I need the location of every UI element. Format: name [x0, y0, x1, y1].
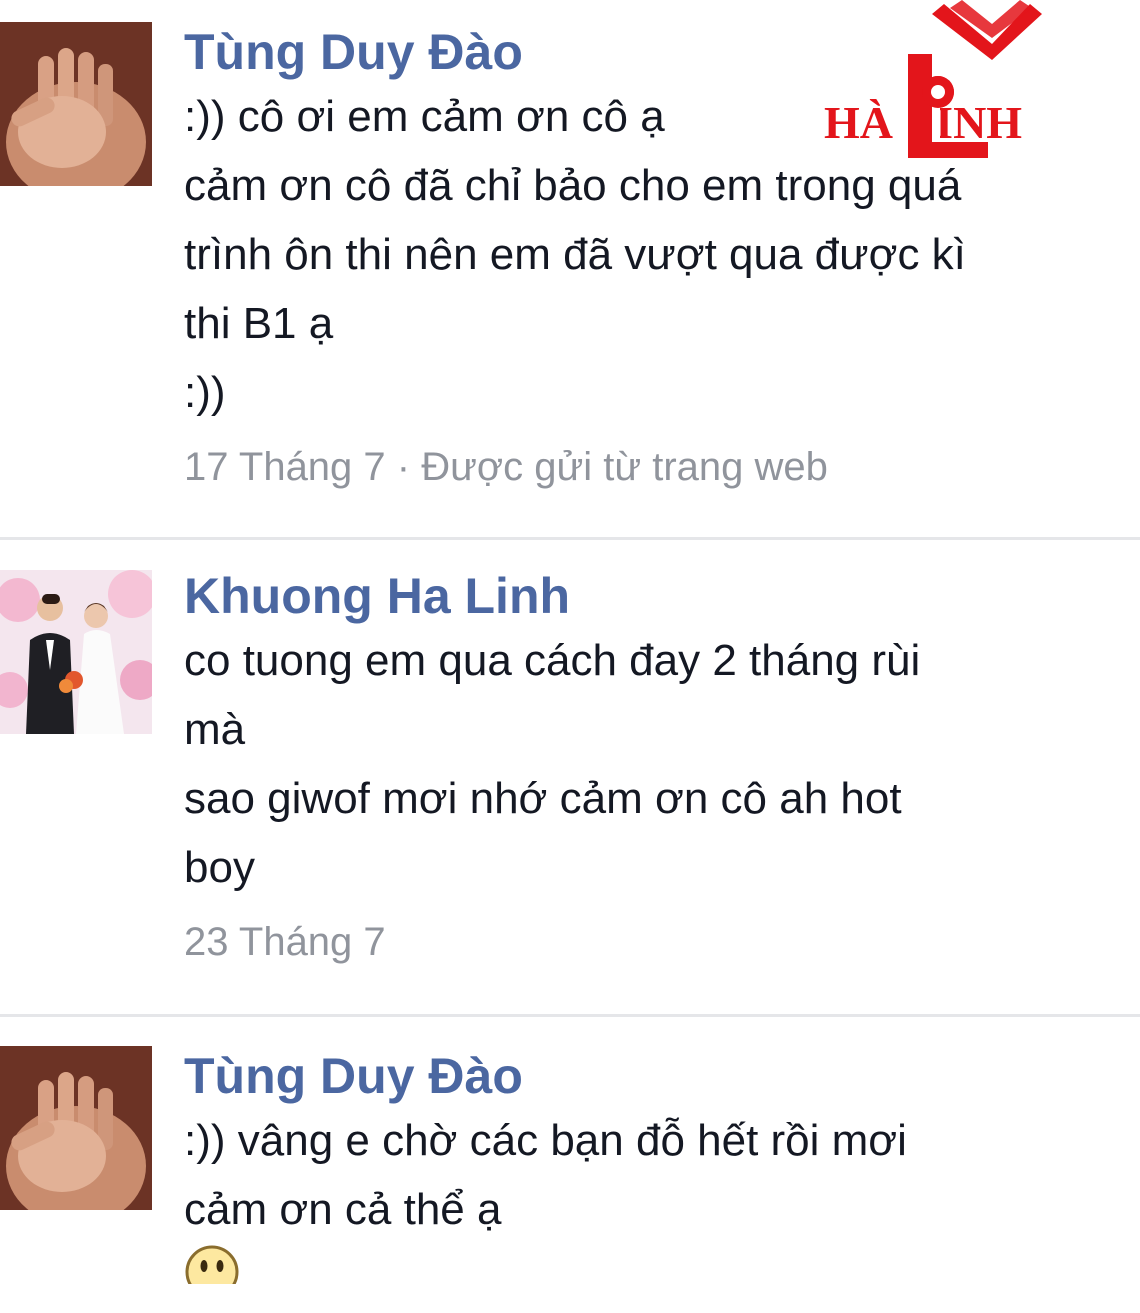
- message-body: Khuong Ha Linh co tuong em qua cách đay …: [184, 566, 1140, 972]
- message-timestamp: 17 Tháng 7 · Được gửi từ trang web: [184, 445, 828, 489]
- sender-name[interactable]: Khuong Ha Linh: [184, 566, 1140, 626]
- message-line: mà: [184, 705, 246, 754]
- message-line: :)) vâng e chờ các bạn đỗ hết rồi mơi: [184, 1116, 907, 1165]
- message-line: boy: [184, 843, 255, 892]
- message-line: co tuong em qua cách đay 2 tháng rùi: [184, 636, 921, 685]
- message-thread: Tùng Duy Đào :)) cô ơi em cảm ơn cô ạ cả…: [0, 0, 1140, 1286]
- message-line: cảm ơn cả thể ạ: [184, 1185, 502, 1234]
- hands-avatar-image: [0, 22, 152, 186]
- message-line: thi B1 ạ: [184, 299, 334, 348]
- message-line: sao giwof mơi nhớ cảm ơn cô ah hot: [184, 774, 902, 823]
- message-timestamp: 23 Tháng 7: [184, 920, 386, 964]
- message-line: trình ôn thi nên em đã vượt qua được kì: [184, 230, 966, 279]
- message-emoji-line: [184, 1244, 1140, 1284]
- hands-avatar-image: [0, 1046, 152, 1210]
- wedding-photo-avatar-image: [0, 570, 152, 734]
- sender-name[interactable]: Tùng Duy Đào: [184, 1046, 1140, 1106]
- smiley-face-icon: [184, 1244, 240, 1284]
- avatar[interactable]: [0, 1046, 152, 1210]
- avatar[interactable]: [0, 22, 152, 186]
- avatar[interactable]: [0, 570, 152, 734]
- message-divider: [0, 1014, 1140, 1017]
- message-line: :)): [184, 368, 226, 417]
- message-divider: [0, 537, 1140, 540]
- ha-linh-logo: HÀ LINH: [820, 0, 1060, 180]
- message-body: Tùng Duy Đào :)) vâng e chờ các bạn đỗ h…: [184, 1046, 1140, 1284]
